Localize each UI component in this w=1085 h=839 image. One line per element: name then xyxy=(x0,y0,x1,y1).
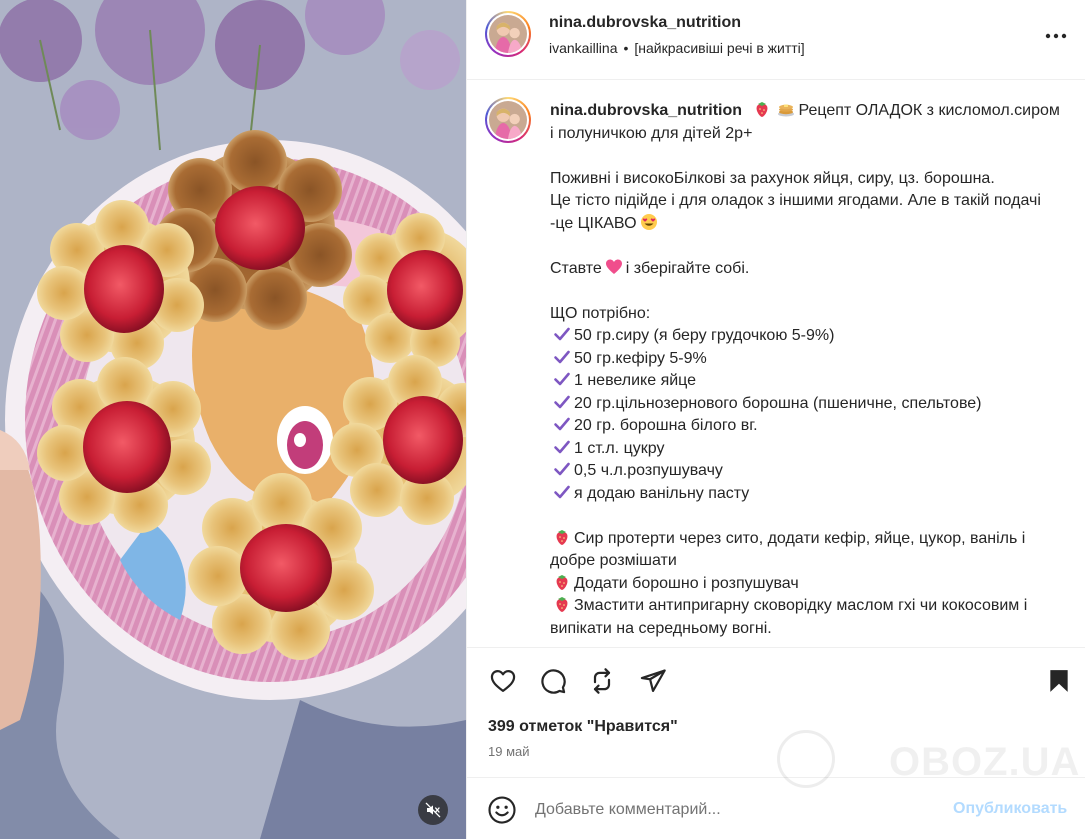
list-item: 1 ст.л. цукру xyxy=(550,438,1062,461)
audio-artist[interactable]: ivankaillina xyxy=(549,40,617,56)
smiley-icon xyxy=(488,796,516,824)
check-mark-icon xyxy=(553,483,571,501)
strawberry-emoji-icon xyxy=(753,100,771,118)
separator: • xyxy=(623,40,629,56)
needed-heading: ЩО потрібно: xyxy=(550,304,651,322)
caption-text: nina.dubrovska_nutrition Рецепт ОЛАДОК з… xyxy=(550,100,1062,640)
heart-icon xyxy=(490,669,516,693)
post-details-panel: nina.dubrovska_nutrition ivankaillina • [н… xyxy=(466,0,1085,839)
list-item: я додаю ванільну пасту xyxy=(550,483,1062,506)
pancakes-photo xyxy=(0,0,466,839)
paper-plane-icon xyxy=(640,669,666,693)
post-date[interactable]: 19 май xyxy=(488,744,530,759)
strawberry-emoji-icon xyxy=(553,595,571,613)
step-item: Змастити антипригарну сковорідку маслом … xyxy=(550,595,1028,637)
check-mark-icon xyxy=(553,460,571,478)
list-item: 50 гр.кефіру 5-9% xyxy=(550,348,1062,371)
check-mark-icon xyxy=(553,370,571,388)
audio-track[interactable]: [найкрасивіші речі в житті] xyxy=(634,40,804,56)
list-item: 20 гр.цільнозернового борошна (пшеничне,… xyxy=(550,393,1062,416)
check-mark-icon xyxy=(553,325,571,343)
caption-intro-line1: Поживні і високоБілкові за рахунок яйця,… xyxy=(550,169,995,187)
mute-button[interactable] xyxy=(418,795,448,825)
avatar[interactable] xyxy=(485,11,531,57)
list-item: 0,5 ч.л.розпушувачу xyxy=(550,460,1062,483)
speaker-muted-icon xyxy=(425,802,441,818)
post-header: nina.dubrovska_nutrition ivankaillina • [н… xyxy=(467,0,1085,80)
emoji-picker-button[interactable] xyxy=(487,795,517,825)
strawberry-emoji-icon xyxy=(553,573,571,591)
save-bookmark-button[interactable] xyxy=(1043,665,1075,697)
comment-bubble-icon xyxy=(541,669,566,694)
heart-eyes-emoji-icon xyxy=(640,213,658,231)
check-mark-icon xyxy=(553,415,571,433)
list-item: 50 гр.сиру (я беру грудочкою 5-9%) xyxy=(550,325,1062,348)
comment-button[interactable] xyxy=(537,665,569,697)
caption-intro-line2: Це тісто підійде і для оладок з іншими я… xyxy=(550,192,1041,232)
caption-avatar[interactable] xyxy=(485,97,531,143)
publish-button[interactable]: Опубликовать xyxy=(953,800,1067,818)
caption-username[interactable]: nina.dubrovska_nutrition xyxy=(550,102,742,119)
comment-bar: Опубликовать xyxy=(467,777,1085,839)
more-dots-icon xyxy=(1045,33,1067,39)
pink-heart-emoji-icon xyxy=(605,258,623,276)
save-suffix: і зберігайте собі. xyxy=(625,259,750,277)
pancakes-emoji-icon xyxy=(777,100,795,118)
repost-icon xyxy=(593,668,611,694)
comment-input[interactable] xyxy=(535,798,925,822)
likes-count[interactable]: 399 отметок "Нравится" xyxy=(488,718,678,736)
like-button[interactable] xyxy=(487,665,519,697)
more-options-button[interactable] xyxy=(1041,24,1071,48)
strawberry-emoji-icon xyxy=(553,528,571,546)
list-item: 20 гр. борошна білого вг. xyxy=(550,415,1062,438)
avatar-photo xyxy=(489,101,527,139)
check-mark-icon xyxy=(553,348,571,366)
avatar-photo xyxy=(489,15,527,53)
share-button[interactable] xyxy=(637,665,669,697)
check-mark-icon xyxy=(553,393,571,411)
author-username[interactable]: nina.dubrovska_nutrition xyxy=(549,14,741,32)
step-item: Сир протерти через сито, додати кефір, я… xyxy=(550,528,1026,569)
bookmark-filled-icon xyxy=(1050,670,1068,692)
action-bar: 399 отметок "Нравится" 19 май xyxy=(467,647,1085,767)
save-prefix: Ставте xyxy=(550,259,602,277)
repost-button[interactable] xyxy=(586,665,618,697)
post-media[interactable] xyxy=(0,0,466,839)
list-item: 1 невелике яйце xyxy=(550,370,1062,393)
caption-area: nina.dubrovska_nutrition Рецепт ОЛАДОК з… xyxy=(467,81,1085,647)
audio-info: ivankaillina • [найкрасивіші речі в житті] xyxy=(549,40,805,56)
check-mark-icon xyxy=(553,438,571,456)
step-item: Додати борошно і розпушувач xyxy=(550,573,1062,596)
